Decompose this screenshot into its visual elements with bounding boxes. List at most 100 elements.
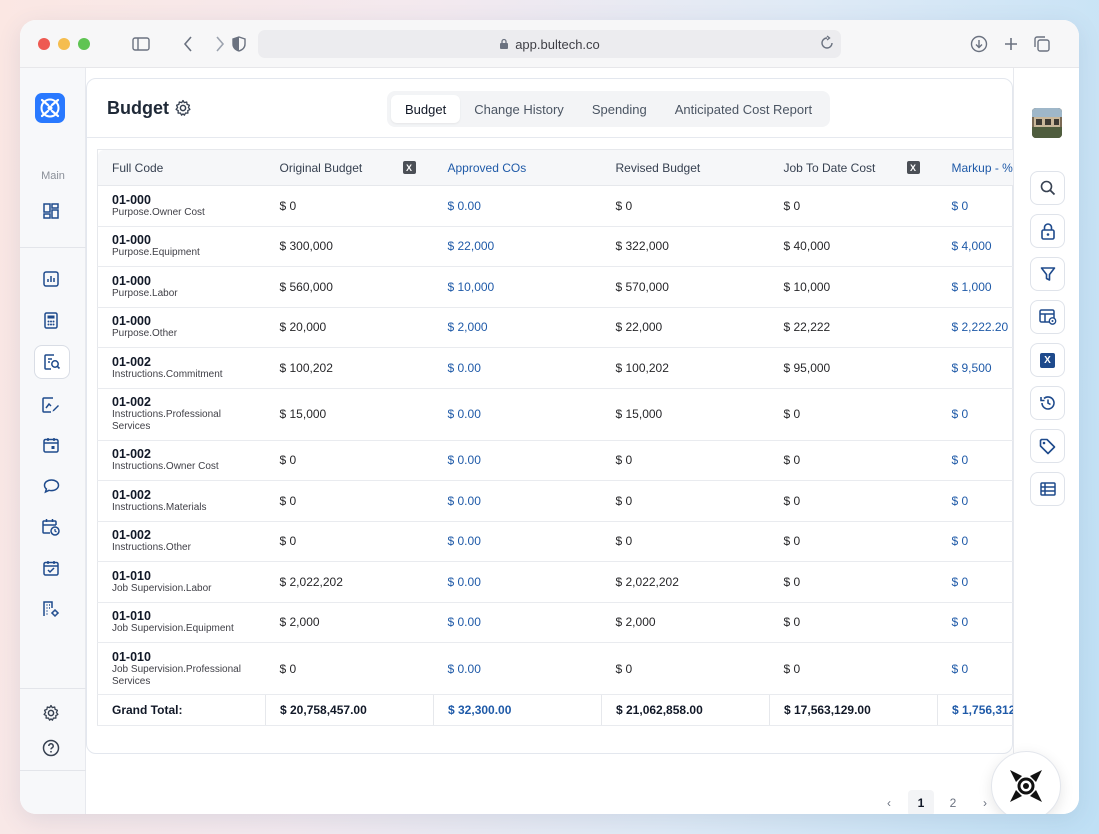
cell-approved-cos-link[interactable]: $ 0.00 [433, 440, 602, 481]
excel-export-icon[interactable]: X [402, 161, 416, 174]
total-revised-budget: $ 21,062,858.00 [601, 694, 770, 726]
excel-export-icon[interactable]: X [906, 161, 920, 174]
column-header-original-budget[interactable]: Original Budget X [265, 149, 434, 186]
history-icon[interactable] [1030, 386, 1065, 420]
cell-original-budget: $ 0 [265, 185, 434, 227]
close-window-button[interactable] [38, 38, 50, 50]
column-header-full-code[interactable]: Full Code [97, 149, 266, 186]
cell-approved-cos-link[interactable]: $ 0.00 [433, 561, 602, 603]
floating-app-button[interactable] [991, 751, 1061, 814]
tab-spending[interactable]: Spending [578, 95, 661, 123]
row-description: Job Supervision.Professional Services [112, 663, 241, 687]
schedule-icon[interactable] [40, 516, 62, 538]
cell-approved-cos-link[interactable]: $ 0.00 [433, 480, 602, 522]
cell-approved-cos-link[interactable]: $ 0.00 [433, 185, 602, 227]
download-icon[interactable] [969, 34, 989, 54]
minimize-window-button[interactable] [58, 38, 70, 50]
header-divider [87, 137, 1014, 138]
building-settings-icon[interactable] [40, 598, 62, 620]
settings-gear-icon[interactable] [174, 99, 192, 117]
page-1-button[interactable]: 1 [908, 790, 934, 814]
row-code: 01-002 [112, 395, 151, 409]
cell-revised-budget: $ 15,000 [601, 388, 770, 441]
cell-approved-cos-link[interactable]: $ 0.00 [433, 521, 602, 562]
chat-icon[interactable] [40, 475, 62, 497]
cell-approved-cos-link[interactable]: $ 0.00 [433, 602, 602, 643]
table-row[interactable]: 01-002 Instructions.Professional Services… [97, 388, 1014, 441]
project-thumbnail[interactable] [1032, 108, 1062, 138]
cell-markup-link[interactable]: $ 0 [937, 185, 1014, 227]
table-row[interactable]: 01-000 Purpose.Owner Cost $ 0 $ 0.00 $ 0 … [97, 185, 1014, 227]
column-header-approved-cos[interactable]: Approved COs [433, 149, 602, 186]
tab-overview-icon[interactable] [1032, 34, 1052, 54]
cell-markup-link[interactable]: $ 0 [937, 642, 1014, 695]
cell-markup-link[interactable]: $ 0 [937, 480, 1014, 522]
table-row[interactable]: 01-002 Instructions.Other $ 0 $ 0.00 $ 0 … [97, 521, 1014, 562]
maximize-window-button[interactable] [78, 38, 90, 50]
table-row[interactable]: 01-000 Purpose.Equipment $ 300,000 $ 22,0… [97, 226, 1014, 267]
page-2-button[interactable]: 2 [940, 790, 966, 814]
privacy-shield-icon[interactable] [229, 34, 249, 54]
tab-anticipated-cost-report[interactable]: Anticipated Cost Report [661, 95, 826, 123]
tab-change-history[interactable]: Change History [460, 95, 578, 123]
filter-icon[interactable] [1030, 257, 1065, 291]
cell-markup-link[interactable]: $ 1,000 [937, 266, 1014, 308]
settings-icon[interactable] [40, 702, 62, 724]
cell-markup-link[interactable]: $ 0 [937, 440, 1014, 481]
cell-approved-cos-link[interactable]: $ 22,000 [433, 226, 602, 267]
cell-markup-link[interactable]: $ 0 [937, 561, 1014, 603]
calendar-icon[interactable] [40, 434, 62, 456]
cost-search-icon[interactable] [34, 345, 70, 379]
checklist-calendar-icon[interactable] [40, 557, 62, 579]
cell-job-to-date-cost: $ 10,000 [769, 266, 938, 308]
sidebar-toggle-icon[interactable] [131, 34, 151, 54]
pagination-prev-button[interactable]: ‹ [876, 790, 902, 814]
tab-budget[interactable]: Budget [391, 95, 461, 123]
table-row[interactable]: 01-010 Job Supervision.Equipment $ 2,000 … [97, 602, 1014, 643]
column-header-job-to-date-cost[interactable]: Job To Date Cost X [769, 149, 938, 186]
table-row[interactable]: 01-002 Instructions.Commitment $ 100,202 … [97, 347, 1014, 389]
cell-markup-link[interactable]: $ 0 [937, 602, 1014, 643]
cell-job-to-date-cost: $ 0 [769, 521, 938, 562]
cell-approved-cos-link[interactable]: $ 0.00 [433, 388, 602, 441]
table-row[interactable]: 01-000 Purpose.Labor $ 560,000 $ 10,000 $… [97, 266, 1014, 308]
edit-chart-icon[interactable] [40, 394, 62, 416]
report-chart-icon[interactable] [40, 268, 62, 290]
cell-approved-cos-link[interactable]: $ 0.00 [433, 642, 602, 695]
tag-icon[interactable] [1030, 429, 1065, 463]
url-text: app.bultech.co [515, 36, 600, 52]
table-view-icon[interactable] [1030, 300, 1065, 334]
budget-table-container[interactable]: Full Code Original Budget X Approved COs … [97, 149, 1014, 727]
table-row[interactable]: 01-002 Instructions.Materials $ 0 $ 0.00 … [97, 480, 1014, 522]
back-icon[interactable] [178, 34, 198, 54]
lock-icon[interactable] [1030, 214, 1065, 248]
reload-icon[interactable] [819, 35, 835, 51]
cell-markup-link[interactable]: $ 4,000 [937, 226, 1014, 267]
cell-approved-cos-link[interactable]: $ 2,000 [433, 307, 602, 348]
forward-icon[interactable] [210, 34, 230, 54]
cell-markup-link[interactable]: $ 2,222.20 [937, 307, 1014, 348]
cell-revised-budget: $ 0 [601, 521, 770, 562]
list-icon[interactable] [1030, 472, 1065, 506]
excel-icon[interactable]: X [1030, 343, 1065, 377]
dashboard-icon[interactable] [40, 200, 62, 222]
help-icon[interactable] [40, 737, 62, 759]
cell-markup-link[interactable]: $ 0 [937, 388, 1014, 441]
table-row[interactable]: 01-002 Instructions.Owner Cost $ 0 $ 0.00… [97, 440, 1014, 481]
search-icon[interactable] [1030, 171, 1065, 205]
table-row[interactable]: 01-010 Job Supervision.Professional Servi… [97, 642, 1014, 695]
new-tab-icon[interactable] [1001, 34, 1021, 54]
cell-approved-cos-link[interactable]: $ 0.00 [433, 347, 602, 389]
column-header-markup[interactable]: Markup - %10 [937, 149, 1014, 186]
app-logo[interactable] [35, 93, 65, 123]
cell-original-budget: $ 0 [265, 521, 434, 562]
cell-markup-link[interactable]: $ 9,500 [937, 347, 1014, 389]
cell-markup-link[interactable]: $ 0 [937, 521, 1014, 562]
cell-approved-cos-link[interactable]: $ 10,000 [433, 266, 602, 308]
column-header-revised-budget[interactable]: Revised Budget [601, 149, 770, 186]
table-row[interactable]: 01-000 Purpose.Other $ 20,000 $ 2,000 $ 2… [97, 307, 1014, 348]
sidebar-section-label: Main [41, 170, 65, 182]
table-row[interactable]: 01-010 Job Supervision.Labor $ 2,022,202 … [97, 561, 1014, 603]
calculator-icon[interactable] [40, 309, 62, 331]
address-bar[interactable]: app.bultech.co [258, 30, 841, 58]
